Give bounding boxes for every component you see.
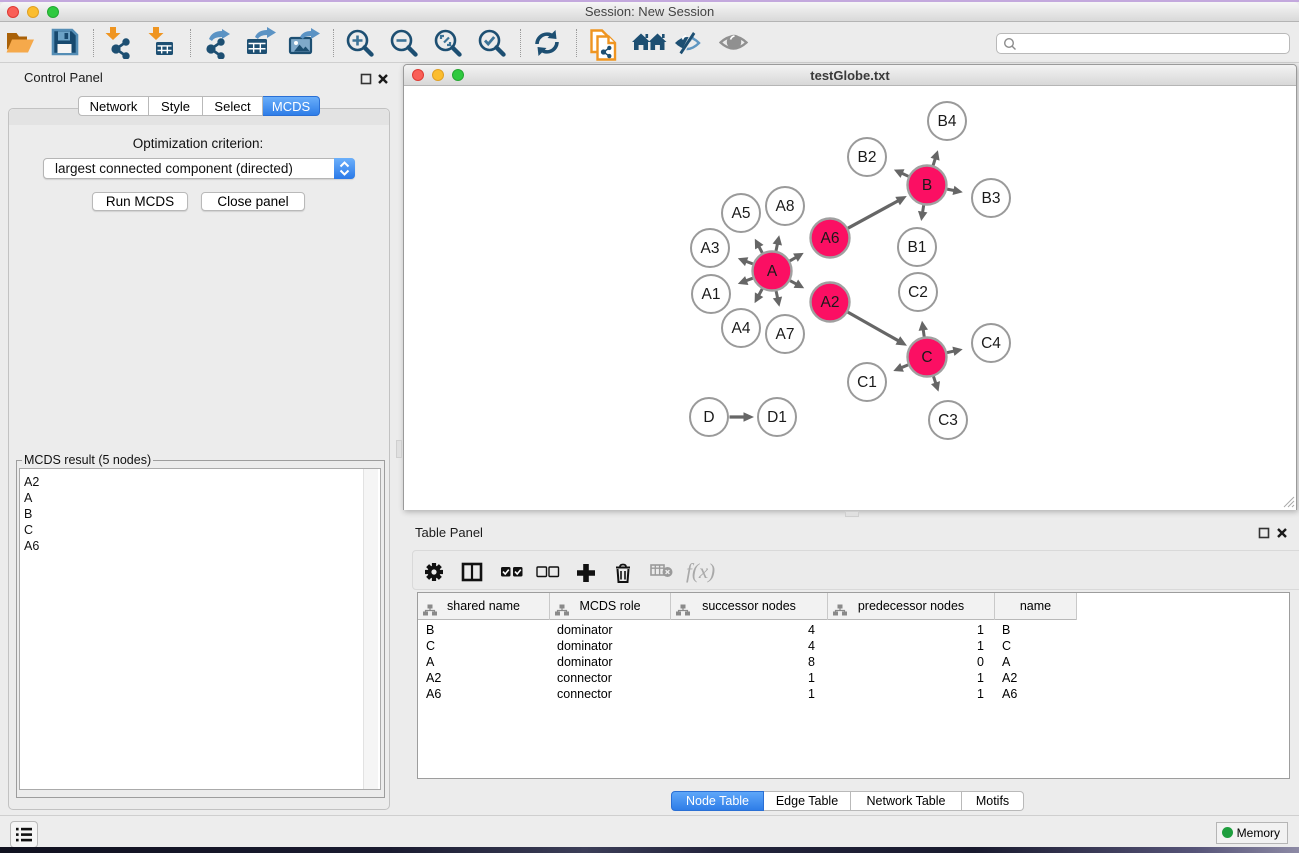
svg-text:C: C	[921, 349, 932, 366]
svg-text:B1: B1	[908, 239, 927, 256]
svg-text:C4: C4	[981, 335, 1001, 352]
svg-text:C3: C3	[938, 412, 958, 429]
svg-text:C2: C2	[908, 284, 928, 301]
svg-text:A6: A6	[821, 230, 840, 247]
svg-text:B4: B4	[938, 113, 957, 130]
svg-text:A3: A3	[701, 240, 720, 257]
svg-text:A5: A5	[732, 205, 751, 222]
svg-text:B3: B3	[982, 190, 1001, 207]
svg-text:A2: A2	[821, 294, 840, 311]
svg-text:A4: A4	[732, 320, 751, 337]
svg-text:D: D	[703, 409, 714, 426]
svg-text:C1: C1	[857, 374, 877, 391]
svg-text:A7: A7	[776, 326, 795, 343]
svg-text:A8: A8	[776, 198, 795, 215]
svg-text:A1: A1	[702, 286, 721, 303]
svg-text:B: B	[922, 177, 932, 194]
svg-text:B2: B2	[858, 149, 877, 166]
svg-text:D1: D1	[767, 409, 787, 426]
svg-text:A: A	[767, 263, 778, 280]
